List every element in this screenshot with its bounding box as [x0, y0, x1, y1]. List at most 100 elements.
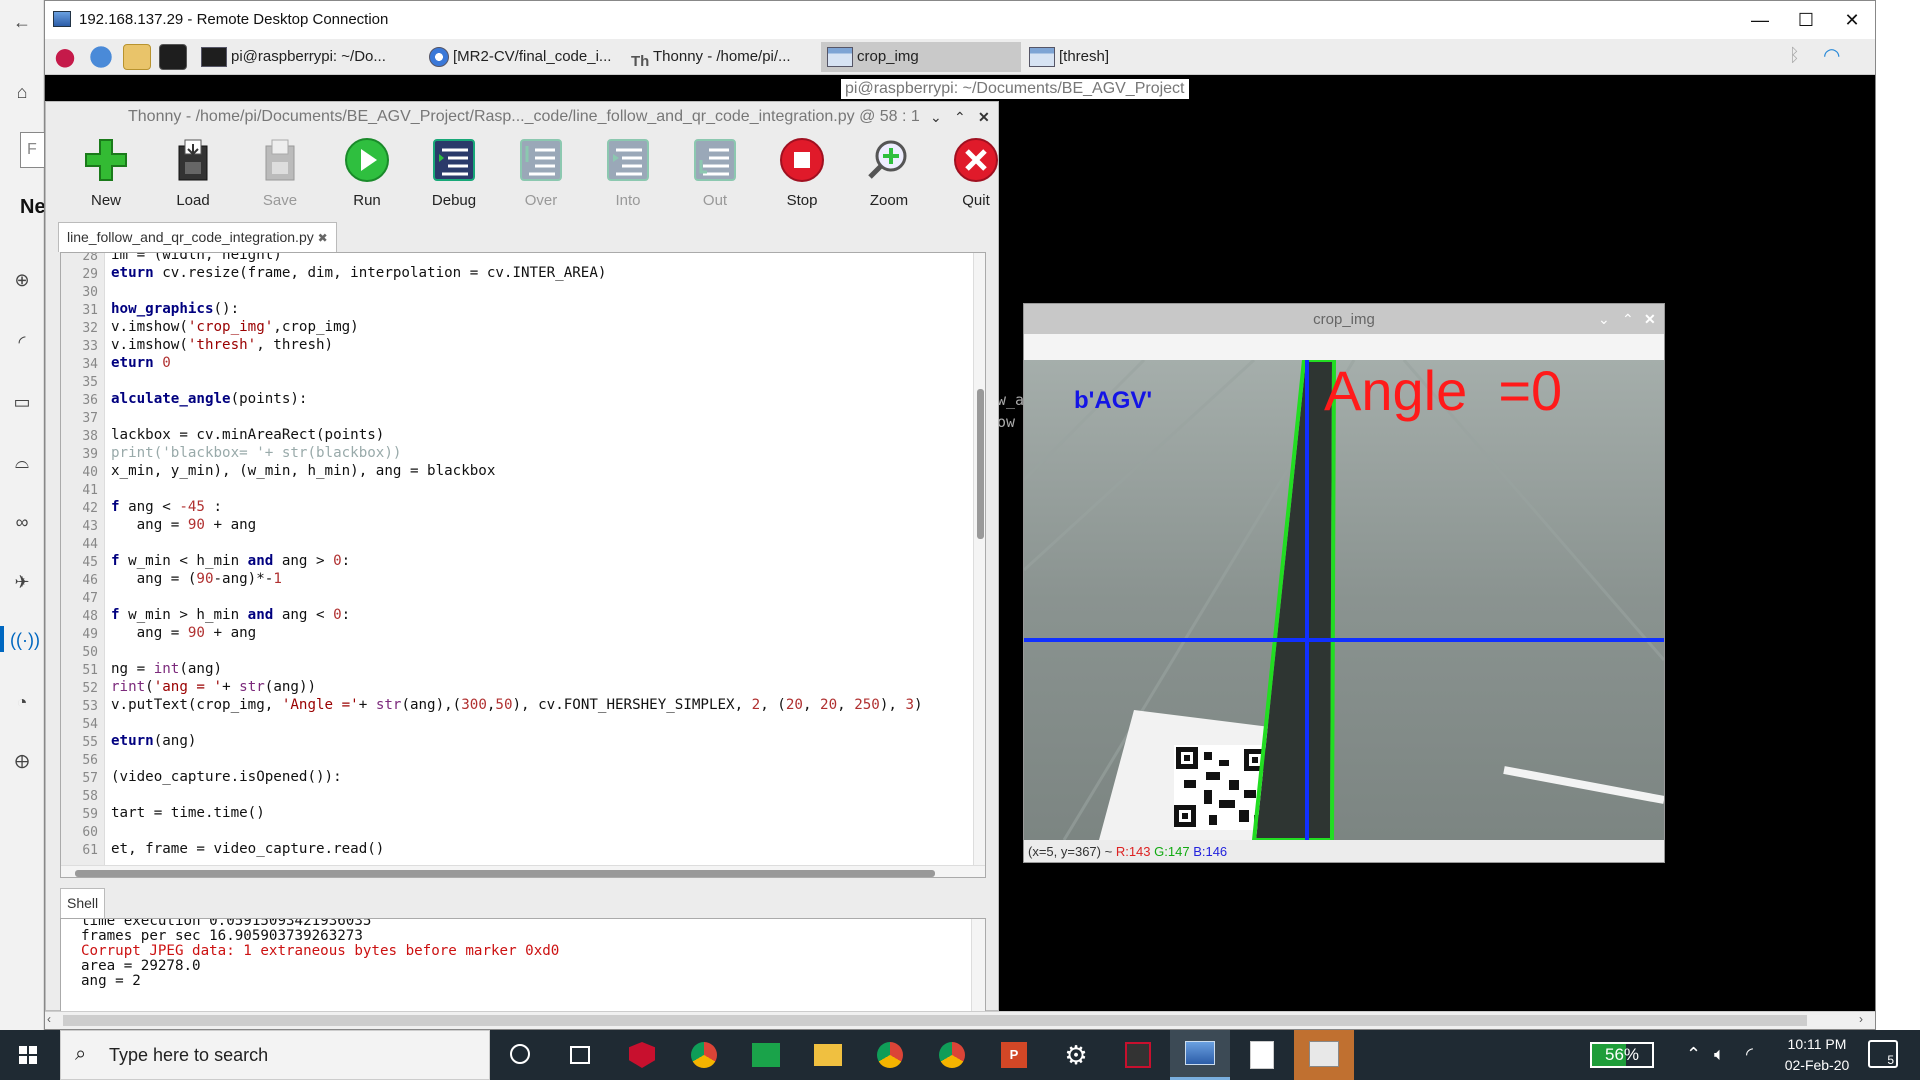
back-arrow-icon[interactable]: ← [10, 10, 34, 34]
thonny-title-bar[interactable]: Thonny - /home/pi/Documents/BE_AGV_Proje… [46, 102, 998, 130]
taskbar-search[interactable]: ⌕ Type here to search [60, 1030, 490, 1080]
rdc-horizontal-scrollbar[interactable]: ‹ › [45, 1011, 1875, 1029]
editor-tab[interactable]: line_follow_and_qr_code_integration.py ✖ [58, 222, 337, 252]
taskbar-app-chrome-2[interactable] [922, 1030, 982, 1080]
run-button[interactable]: Run [331, 134, 403, 216]
thonny-minimize-icon[interactable]: ⌄ [930, 109, 942, 126]
task-thresh[interactable]: [thresh] [1023, 42, 1223, 72]
editor-horizontal-scrollbar[interactable] [61, 865, 985, 877]
home-icon[interactable]: ⌂ [10, 80, 34, 104]
minimize-button[interactable]: — [1737, 7, 1783, 33]
clock-time[interactable]: 10:11 PM [1780, 1036, 1854, 1052]
debug-button[interactable]: Debug [418, 134, 490, 216]
crop-maximize-icon[interactable]: ⌃ [1622, 311, 1634, 328]
camera-frame[interactable]: b'AGV' Angle =0 [1024, 360, 1664, 840]
save-button[interactable]: Save [244, 134, 316, 216]
rdc-title-bar[interactable]: 192.168.137.29 - Remote Desktop Connecti… [45, 1, 1875, 39]
wifi-icon[interactable]: ◜ [10, 330, 34, 354]
taskbar-app-document[interactable] [1232, 1030, 1292, 1080]
task-thonny[interactable]: Th Thonny - /home/pi/... [625, 42, 815, 72]
taskbar-app-powerpoint[interactable]: P [984, 1030, 1044, 1080]
step-into-button[interactable]: Into [592, 134, 664, 216]
taskbar-app-chrome[interactable] [674, 1030, 734, 1080]
bluetooth-icon[interactable]: ᛒ [1789, 45, 1800, 66]
file-manager-icon[interactable] [123, 44, 151, 70]
shell-console[interactable]: time execution 0.059150934219360​35 frame… [60, 918, 986, 1011]
pi-wifi-icon[interactable]: ◠ [1823, 43, 1840, 68]
network-icon[interactable]: ⌓ [10, 450, 34, 474]
code-editor[interactable]: 28 29 30 31 32 33 34 35 36 37 38 39 40 41 42 43 44 45 46 47… [60, 252, 986, 878]
taskbar-app-explorer[interactable] [798, 1030, 858, 1080]
raspberry-menu-icon[interactable] [51, 44, 79, 70]
taskbar-app-chrome-profile[interactable] [860, 1030, 920, 1080]
crop-img-title-bar[interactable]: crop_img ⌄ ⌃ ✕ [1024, 304, 1664, 334]
show-hidden-icons[interactable]: ⌃ [1686, 1044, 1701, 1065]
taskbar-app-snip[interactable] [1108, 1030, 1168, 1080]
start-button[interactable] [0, 1030, 56, 1080]
new-button[interactable]: New [70, 134, 142, 216]
step-over-button[interactable]: Over [505, 134, 577, 216]
code-token: : [341, 553, 351, 569]
battery-indicator[interactable]: 56% [1590, 1042, 1654, 1068]
new-plus-icon [85, 139, 127, 181]
thonny-maximize-icon[interactable]: ⌃ [954, 109, 966, 126]
code-token: lackbox = cv.minAreaRect(points) [111, 427, 385, 443]
airplane-icon[interactable]: ✈ [10, 570, 34, 594]
scroll-thumb[interactable] [977, 389, 984, 539]
quit-button[interactable]: Quit [940, 134, 1012, 216]
clock-date[interactable]: 02-Feb-20 [1776, 1057, 1858, 1073]
thonny-close-icon[interactable]: ✕ [978, 109, 990, 126]
code-token: and [247, 553, 274, 569]
taskbar-app-settings[interactable]: ⚙ [1046, 1030, 1106, 1080]
maximize-button[interactable]: ☐ [1783, 7, 1829, 33]
camera-frame-svg: b'AGV' Angle =0 [1024, 360, 1664, 840]
taskbar-app-mcafee[interactable] [612, 1030, 672, 1080]
code-line: im = (width, height) [111, 253, 282, 263]
antenna-icon[interactable]: ((·)) [10, 628, 40, 652]
scroll-thumb[interactable] [75, 870, 935, 877]
code-token: ang = ( [111, 571, 197, 587]
task-crop-img[interactable]: crop_img [821, 42, 1021, 72]
proxy-globe-icon[interactable]: 🜨 [10, 750, 34, 774]
zoom-button[interactable]: Zoom [853, 134, 925, 216]
task-terminal[interactable]: pi@raspberrypi: ~/Do... [195, 42, 391, 72]
code-area[interactable]: im = (width, height) eturn cv.resize(fram… [111, 253, 971, 865]
load-button[interactable]: Load [157, 134, 229, 216]
editor-vertical-scrollbar[interactable] [973, 253, 985, 865]
terminal-launcher-icon[interactable] [159, 44, 187, 70]
gear-icon: ⚙ [1064, 1040, 1088, 1070]
keyboard-app-icon [752, 1043, 780, 1067]
notification-count: 5 [1887, 1053, 1894, 1067]
code-token: ,crop_img) [273, 319, 359, 335]
network-tray-icon[interactable]: ◜ [1746, 1044, 1753, 1065]
notification-center-button[interactable]: 5 [1868, 1040, 1898, 1068]
taskbar-app-window[interactable] [1294, 1030, 1354, 1080]
task-view-button[interactable] [550, 1030, 610, 1080]
taskbar-app-remote-desktop[interactable] [1170, 1030, 1230, 1080]
close-button[interactable]: ✕ [1829, 7, 1875, 33]
scroll-left-icon[interactable]: ‹ [47, 1012, 51, 1026]
data-usage-icon[interactable]: ◔ [10, 690, 34, 714]
crop-minimize-icon[interactable]: ⌄ [1598, 311, 1610, 328]
shell-tab[interactable]: Shell [60, 888, 106, 918]
step-out-button[interactable]: Out [679, 134, 751, 216]
browser-globe-icon[interactable] [87, 44, 115, 70]
tab-close-icon[interactable]: ✖ [318, 231, 328, 245]
cortana-button[interactable] [490, 1030, 550, 1080]
task-chromium[interactable]: [MR2-CV/final_code_i... [423, 42, 623, 72]
remote-desktop-area[interactable]: pi@raspberrypi: ~/Do... [MR2-CV/final_co… [45, 39, 1875, 1011]
taskbar-app-keyboard[interactable] [736, 1030, 796, 1080]
scroll-right-icon[interactable]: › [1859, 1012, 1863, 1026]
code-line: (video_capture.isOpened()): [111, 769, 342, 785]
infinity-icon[interactable]: ∞ [10, 510, 34, 534]
code-token: (points): [230, 391, 308, 407]
shell-vertical-scrollbar[interactable] [971, 919, 985, 1011]
crop-close-icon[interactable]: ✕ [1644, 311, 1656, 328]
save-icon [265, 139, 295, 181]
stop-button[interactable]: Stop [766, 134, 838, 216]
code-token: 0 [333, 607, 342, 623]
monitor-icon[interactable]: ▭ [10, 390, 34, 414]
volume-icon[interactable]: 🔈︎ [1714, 1044, 1725, 1065]
globe-icon[interactable]: ⊕ [10, 268, 34, 292]
scroll-thumb[interactable] [63, 1015, 1807, 1026]
